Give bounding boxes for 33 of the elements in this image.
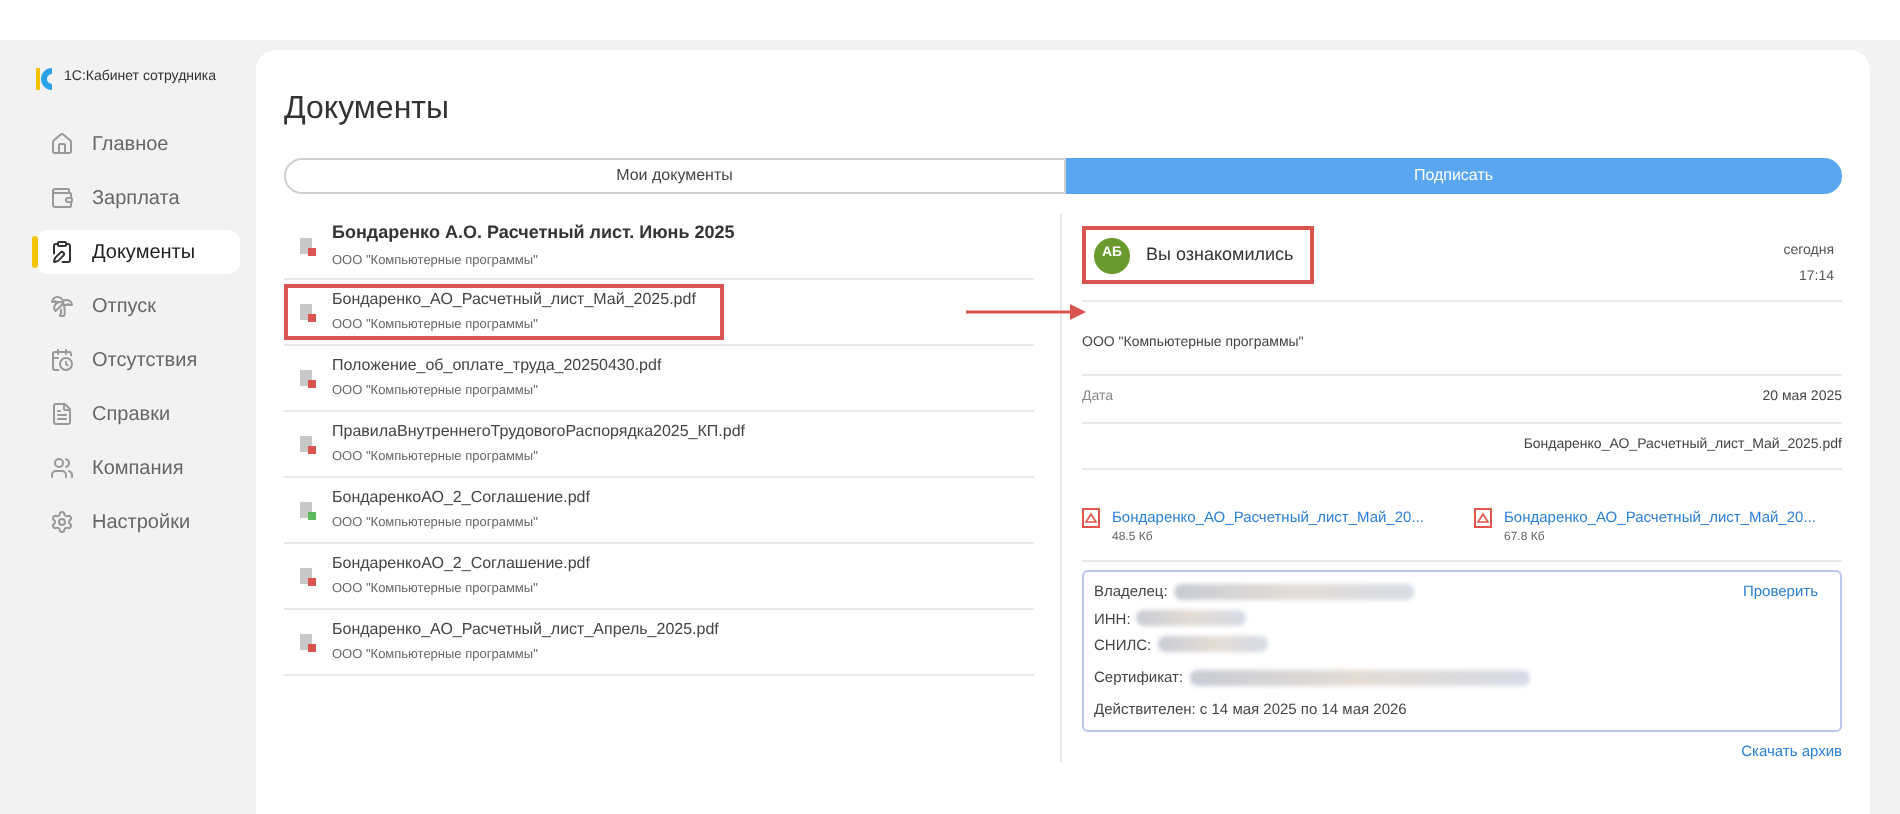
document-title: БондаренкоАО_2_Соглашение.pdf [332, 552, 590, 577]
page-title: Документы [284, 90, 451, 130]
home-icon [50, 132, 74, 156]
redacted-blur [1157, 636, 1268, 653]
pdf-file-icon [1082, 508, 1100, 528]
clipboard-pen-icon [50, 240, 74, 264]
people-icon [50, 456, 74, 480]
calendar-clock-icon [50, 348, 74, 372]
redacted-blur [1136, 610, 1247, 627]
sidebar-item[interactable]: Главное [36, 122, 240, 166]
document-title: Бондаренко_АО_Расчетный_лист_Май_2025.pdf [332, 288, 696, 313]
sidebar-item[interactable]: Зарплата [36, 176, 240, 220]
document-title: Бондаренко_АО_Расчетный_лист_Апрель_2025.pdf [332, 618, 719, 643]
arrow-icon [966, 304, 1086, 320]
document-title: БондаренкоАО_2_Соглашение.pdf [332, 486, 590, 511]
logo-icon [36, 68, 54, 90]
wallet-icon [50, 186, 74, 210]
palm-tree-icon [50, 294, 74, 318]
sidebar-item[interactable]: Документы [36, 230, 240, 274]
document-icon [50, 402, 74, 426]
sidebar-item[interactable]: Отсутствия [36, 338, 240, 382]
document-title: ПравилаВнутреннегоТрудовогоРаспорядка2025_КП.pdf [332, 420, 746, 445]
sidebar-item[interactable]: Справки [36, 392, 240, 436]
document-title: Положение_об_оплате_труда_20250430.pdf [332, 354, 662, 379]
sidebar-item[interactable]: Компания [36, 446, 240, 490]
sidebar-item[interactable]: Настройки [36, 500, 240, 544]
status-text: Вы ознакомились [1146, 241, 1294, 268]
tab[interactable]: Мои документы [284, 158, 1065, 194]
settings-icon [50, 510, 74, 534]
sidebar-item[interactable]: Отпуск [36, 284, 240, 328]
active-indicator [32, 236, 38, 268]
document-title: Бондаренко А.О. Расчетный лист. Июнь 2025 [332, 220, 735, 247]
pdf-file-icon [1474, 508, 1492, 528]
